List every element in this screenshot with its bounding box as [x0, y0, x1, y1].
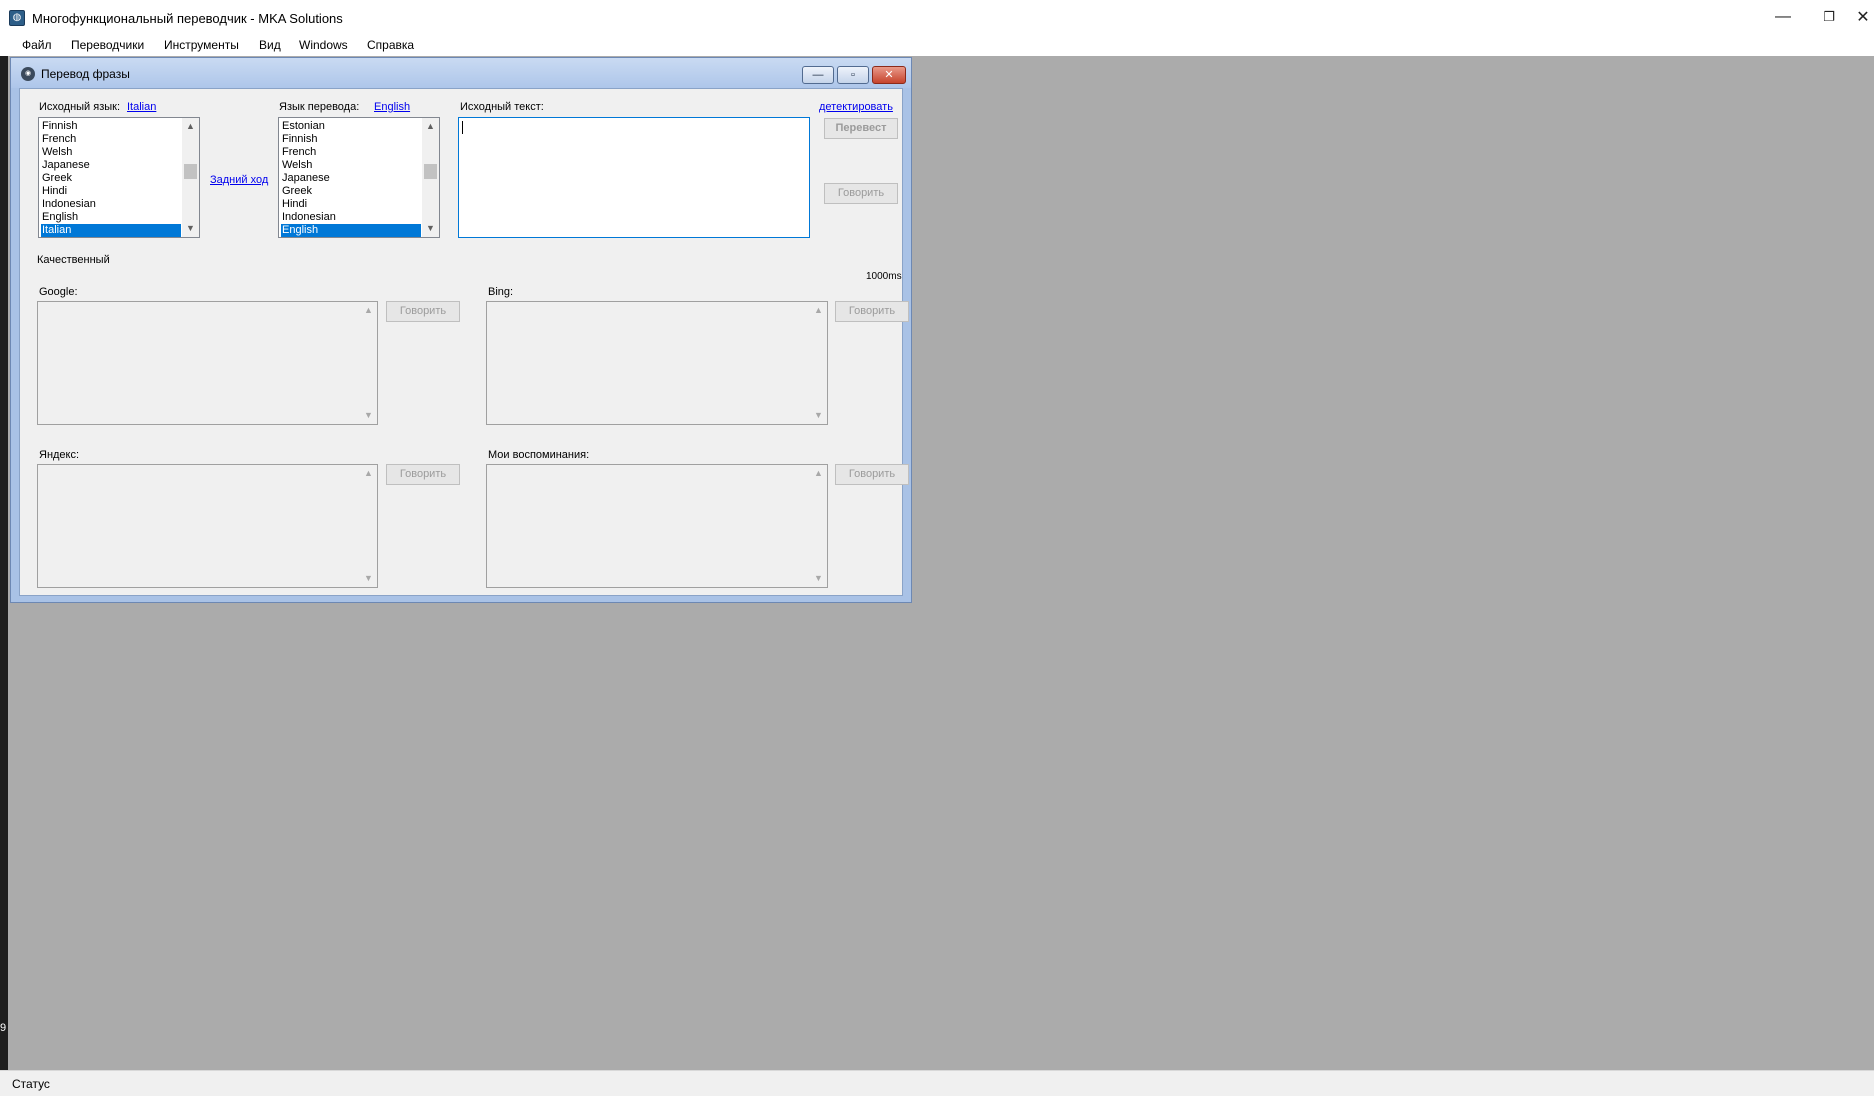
child-close-button[interactable]: ✕: [872, 66, 906, 84]
chevron-down-icon[interactable]: ▼: [422, 220, 439, 237]
source-list-item[interactable]: Welsh: [41, 146, 181, 159]
scroll-thumb[interactable]: [424, 164, 437, 179]
chevron-up-icon[interactable]: ▲: [810, 302, 827, 319]
memories-scrollbar[interactable]: ▲ ▼: [810, 465, 827, 587]
target-list-item[interactable]: Japanese: [281, 172, 421, 185]
restore-button[interactable]: ❐: [1806, 0, 1852, 34]
globe-icon: ◍: [9, 10, 25, 26]
swap-languages-link[interactable]: Задний ход: [210, 174, 268, 186]
chevron-up-icon[interactable]: ▲: [182, 118, 199, 135]
google-result-box[interactable]: ▲ ▼: [37, 301, 378, 425]
source-list-item[interactable]: Italian: [41, 224, 181, 237]
menu-tools[interactable]: Инструменты: [164, 38, 239, 52]
chevron-down-icon[interactable]: ▼: [810, 570, 827, 587]
source-list-item[interactable]: Indonesian: [41, 198, 181, 211]
child-minimize-button[interactable]: —: [802, 66, 834, 84]
close-button[interactable]: ✕: [1852, 0, 1874, 34]
memories-result-box[interactable]: ▲ ▼: [486, 464, 828, 588]
app-logo-icon: ◉: [21, 67, 35, 81]
child-client-area: Исходный язык: Italian Finnish French Wels…: [19, 88, 909, 596]
menu-bar: Файл Переводчики Инструменты Вид Windows…: [0, 34, 1874, 56]
target-list-item[interactable]: French: [281, 146, 421, 159]
google-label: Google:: [39, 286, 78, 298]
source-lang-link[interactable]: Italian: [127, 101, 156, 113]
app-titlebar: ◍ Многофункциональный переводчик - MKA S…: [0, 0, 1874, 34]
menu-view[interactable]: Вид: [259, 38, 281, 52]
menu-file[interactable]: Файл: [22, 38, 52, 52]
target-list-item[interactable]: Greek: [281, 185, 421, 198]
target-list-item[interactable]: Estonian: [281, 120, 421, 133]
source-text-label: Исходный текст:: [460, 101, 544, 113]
phrase-translation-window: ◉ Перевод фразы — ▫ ✕ Исходный язык: Ita…: [10, 57, 912, 603]
child-restore-button[interactable]: ▫: [837, 66, 869, 84]
target-list-item[interactable]: English: [281, 224, 421, 237]
app-title: Многофункциональный переводчик - MKA Sol…: [32, 11, 343, 26]
source-list-scrollbar[interactable]: ▲ ▼: [182, 118, 199, 237]
target-lang-link[interactable]: English: [374, 101, 410, 113]
target-list-item[interactable]: Welsh: [281, 159, 421, 172]
source-lang-label: Исходный язык:: [39, 101, 121, 113]
target-list-item[interactable]: Finnish: [281, 133, 421, 146]
menu-translators[interactable]: Переводчики: [71, 38, 144, 52]
source-list-item[interactable]: Finnish: [41, 120, 181, 133]
chevron-down-icon[interactable]: ▼: [360, 570, 377, 587]
chevron-up-icon[interactable]: ▲: [422, 118, 439, 135]
left-edge-strip: 9: [0, 56, 8, 1070]
speak-google-button[interactable]: Говорить: [386, 301, 460, 322]
child-title: Перевод фразы: [41, 67, 130, 81]
memories-label: Мои воспоминания:: [488, 449, 590, 461]
google-scrollbar[interactable]: ▲ ▼: [360, 302, 377, 424]
source-text-input[interactable]: [458, 117, 810, 238]
target-lang-label: Язык перевода:: [279, 101, 360, 113]
target-list-scrollbar[interactable]: ▲ ▼: [422, 118, 439, 237]
target-list-item[interactable]: Indonesian: [281, 211, 421, 224]
status-text: Статус: [12, 1077, 50, 1091]
yandex-label: Яндекс:: [39, 449, 80, 461]
scroll-thumb[interactable]: [184, 164, 197, 179]
chevron-up-icon[interactable]: ▲: [360, 465, 377, 482]
source-list-item[interactable]: French: [41, 133, 181, 146]
speak-memories-button[interactable]: Говорить: [835, 464, 909, 485]
chevron-up-icon[interactable]: ▲: [810, 465, 827, 482]
text-caret: [462, 121, 463, 134]
menu-windows[interactable]: Windows: [299, 38, 348, 52]
detect-language-link[interactable]: детектировать: [819, 101, 893, 113]
menu-help[interactable]: Справка: [367, 38, 414, 52]
yandex-result-box[interactable]: ▲ ▼: [37, 464, 378, 588]
speak-yandex-button[interactable]: Говорить: [386, 464, 460, 485]
speak-source-button[interactable]: Говорить: [824, 183, 898, 204]
speak-bing-button[interactable]: Говорить: [835, 301, 909, 322]
bing-scrollbar[interactable]: ▲ ▼: [810, 302, 827, 424]
source-list-item[interactable]: Greek: [41, 172, 181, 185]
source-list-item[interactable]: Japanese: [41, 159, 181, 172]
source-language-list[interactable]: Finnish French Welsh Japanese Greek Hindi Indo…: [38, 117, 200, 238]
bing-label: Bing:: [488, 286, 514, 298]
edge-digit: 9: [0, 1022, 7, 1034]
chevron-down-icon[interactable]: ▼: [810, 407, 827, 424]
quality-label: Качественный: [37, 254, 110, 266]
status-bar: Статус: [0, 1070, 1874, 1096]
target-language-list[interactable]: Estonian Finnish French Welsh Japanese Greek H…: [278, 117, 440, 238]
chevron-down-icon[interactable]: ▼: [360, 407, 377, 424]
child-titlebar[interactable]: ◉ Перевод фразы — ▫ ✕: [11, 58, 911, 88]
chevron-up-icon[interactable]: ▲: [360, 302, 377, 319]
source-list-item[interactable]: English: [41, 211, 181, 224]
chevron-down-icon[interactable]: ▼: [182, 220, 199, 237]
translate-button[interactable]: Перевест: [824, 118, 898, 139]
target-list-item[interactable]: Hindi: [281, 198, 421, 211]
timing-label: 1000ms: [866, 271, 902, 282]
bing-result-box[interactable]: ▲ ▼: [486, 301, 828, 425]
minimize-button[interactable]: —: [1760, 0, 1806, 34]
source-list-item[interactable]: Hindi: [41, 185, 181, 198]
yandex-scrollbar[interactable]: ▲ ▼: [360, 465, 377, 587]
